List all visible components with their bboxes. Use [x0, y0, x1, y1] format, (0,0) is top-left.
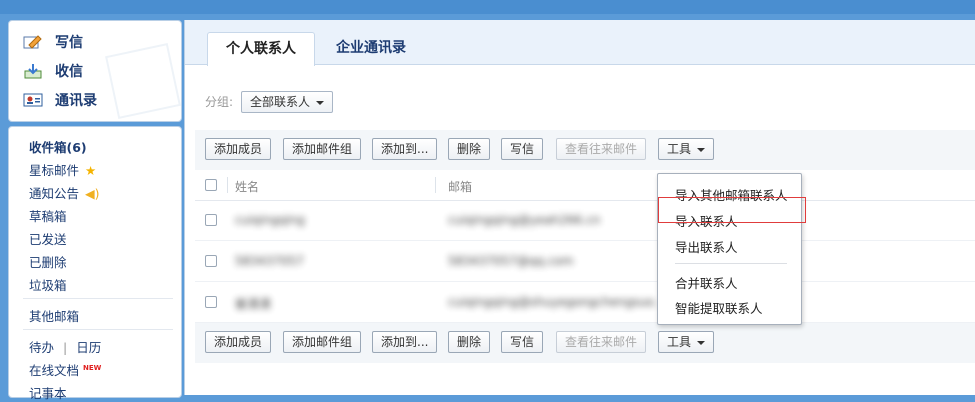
- online-docs-label: 在线文档: [29, 363, 80, 378]
- column-divider: [435, 177, 436, 193]
- speaker-icon: ◀): [85, 186, 100, 201]
- tools-button[interactable]: 工具: [658, 138, 715, 160]
- contact-email[interactable]: 583437057@qq.com: [448, 254, 573, 268]
- folder-other-mail[interactable]: 其他邮箱: [29, 306, 79, 325]
- star-icon: ★: [85, 163, 97, 178]
- column-name[interactable]: 姓名: [235, 178, 259, 195]
- folder-inbox[interactable]: 收件箱(6): [29, 137, 87, 156]
- add-to-button[interactable]: 添加到...: [372, 331, 438, 353]
- folder-starred-label: 星标邮件: [29, 163, 80, 178]
- row-checkbox[interactable]: [205, 296, 217, 308]
- folder-sent[interactable]: 已发送: [29, 229, 67, 248]
- menu-merge-contacts[interactable]: 合并联系人: [675, 273, 738, 292]
- online-docs-link[interactable]: 在线文档 NEW: [29, 360, 101, 379]
- add-member-button[interactable]: 添加成员: [205, 331, 272, 353]
- table-row[interactable]: 崔清清 cuiqingqing@shuyegongchengsuo.cn.xma…: [195, 282, 975, 323]
- select-all-checkbox[interactable]: [205, 179, 217, 191]
- contacts-label: 通讯录: [55, 93, 97, 109]
- table-header: 姓名 邮箱: [195, 170, 975, 201]
- folder-deleted[interactable]: 已删除: [29, 252, 67, 271]
- receive-link[interactable]: 收信: [23, 60, 83, 82]
- view-mails-button[interactable]: 查看往来邮件: [556, 331, 647, 353]
- envelope-watermark: [105, 43, 181, 119]
- menu-divider: [675, 263, 787, 264]
- sidebar-folders: 收件箱(6) 星标邮件 ★ 通知公告 ◀) 草稿箱 已发送 已删除 垃圾箱 其他…: [8, 126, 182, 401]
- highlight-box: [658, 197, 806, 223]
- main-panel: 个人联系人 企业通讯录 分组: 全部联系人 添加成员 添加邮件组 添加到... …: [184, 20, 975, 395]
- contact-name[interactable]: 583437057: [235, 254, 304, 268]
- table-row[interactable]: 583437057 583437057@qq.com: [195, 241, 975, 282]
- contact-email[interactable]: cuiqingqing@shuyegongchengsuo.cn.xmail.c…: [448, 295, 658, 309]
- contacts-toolbar-bottom: 添加成员 添加邮件组 添加到... 删除 写信 查看往来邮件 工具: [195, 323, 975, 363]
- table-row[interactable]: cuiqingqing cuiqingqing@yeah266.cn: [195, 200, 975, 241]
- tab-bar: 个人联系人 企业通讯录: [185, 20, 975, 66]
- row-checkbox[interactable]: [205, 214, 217, 226]
- delete-button[interactable]: 删除: [448, 331, 491, 353]
- compose-button[interactable]: 写信: [501, 138, 544, 160]
- calendar-link[interactable]: 日历: [76, 340, 101, 355]
- view-mails-button[interactable]: 查看往来邮件: [556, 138, 647, 160]
- sidebar-divider: [23, 329, 173, 330]
- inbox-download-icon: [23, 63, 43, 79]
- sidebar-quick-nav: 写信 收信 通讯录: [8, 20, 182, 122]
- notes-link[interactable]: 记事本: [29, 383, 67, 402]
- column-divider: [227, 177, 228, 193]
- tools-label: 工具: [667, 142, 692, 156]
- todo-calendar-row: 待办 | 日历: [29, 337, 101, 356]
- top-strip: [0, 0, 975, 14]
- pencil-icon: [23, 34, 43, 50]
- contacts-toolbar-top: 添加成员 添加邮件组 添加到... 删除 写信 查看往来邮件 工具: [195, 130, 975, 170]
- folder-drafts[interactable]: 草稿箱: [29, 206, 67, 225]
- new-badge: NEW: [83, 363, 102, 372]
- menu-smart-extract[interactable]: 智能提取联系人: [675, 298, 763, 317]
- add-group-button[interactable]: 添加邮件组: [283, 138, 362, 160]
- folder-notice-label: 通知公告: [29, 186, 80, 201]
- chevron-down-icon: [316, 100, 325, 105]
- todo-link[interactable]: 待办: [29, 340, 54, 355]
- sidebar-divider: [23, 298, 173, 299]
- contact-name[interactable]: 崔清清: [235, 295, 271, 312]
- compose-button[interactable]: 写信: [501, 331, 544, 353]
- tools-label: 工具: [667, 335, 692, 349]
- compose-label: 写信: [55, 35, 83, 51]
- group-filter-value: 全部联系人: [250, 95, 311, 109]
- group-filter-label: 分组:: [205, 95, 234, 109]
- tools-dropdown-menu: 导入其他邮箱联系人 导入联系人 导出联系人 合并联系人 智能提取联系人: [657, 173, 802, 325]
- row-checkbox[interactable]: [205, 255, 217, 267]
- add-to-button[interactable]: 添加到...: [372, 138, 438, 160]
- receive-label: 收信: [55, 64, 83, 80]
- folder-starred[interactable]: 星标邮件 ★: [29, 160, 96, 179]
- delete-button[interactable]: 删除: [448, 138, 491, 160]
- tab-personal-contacts[interactable]: 个人联系人: [207, 32, 315, 66]
- contact-email[interactable]: cuiqingqing@yeah266.cn: [448, 213, 600, 227]
- add-member-button[interactable]: 添加成员: [205, 138, 272, 160]
- chevron-down-icon: [697, 340, 706, 345]
- tab-enterprise-directory[interactable]: 企业通讯录: [318, 32, 424, 64]
- tools-button[interactable]: 工具: [658, 331, 715, 353]
- chevron-down-icon: [697, 147, 706, 152]
- menu-export-contacts[interactable]: 导出联系人: [675, 237, 738, 256]
- column-email[interactable]: 邮箱: [448, 178, 472, 195]
- add-group-button[interactable]: 添加邮件组: [283, 331, 362, 353]
- separator: |: [63, 340, 68, 355]
- compose-link[interactable]: 写信: [23, 31, 83, 53]
- contact-card-icon: [23, 92, 43, 108]
- group-filter-select[interactable]: 全部联系人: [241, 91, 334, 113]
- contact-name[interactable]: cuiqingqing: [235, 213, 305, 227]
- contacts-link[interactable]: 通讯录: [23, 89, 97, 111]
- folder-notice[interactable]: 通知公告 ◀): [29, 183, 100, 202]
- folder-trash[interactable]: 垃圾箱: [29, 275, 67, 294]
